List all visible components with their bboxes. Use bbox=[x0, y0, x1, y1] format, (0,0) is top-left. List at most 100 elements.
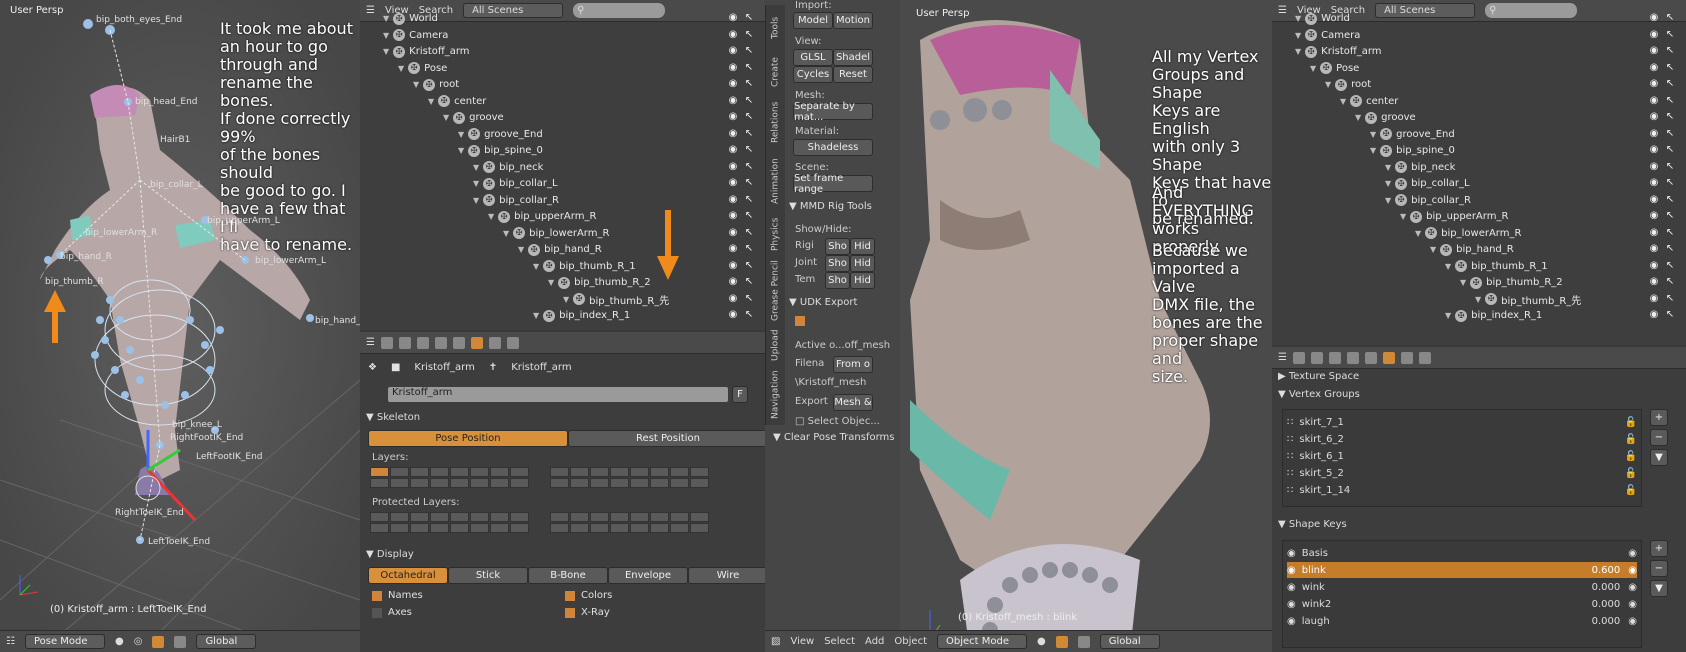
clear-pose-section[interactable]: ▼ Clear Pose Transforms bbox=[773, 432, 895, 443]
lock-icon[interactable]: 🔓 bbox=[1625, 468, 1637, 479]
left-3d-viewport[interactable]: User Persp It took me about an hour to go… bbox=[0, 0, 360, 652]
outliner-row[interactable]: ▼ ✠ Pose bbox=[1310, 60, 1359, 77]
select-icon[interactable]: ↖ bbox=[1664, 309, 1676, 321]
outliner-row[interactable]: ▼ ✠ root bbox=[1325, 76, 1371, 93]
select-icon[interactable]: ↖ bbox=[743, 260, 755, 272]
expand-icon[interactable]: ▼ bbox=[1445, 311, 1451, 320]
expand-icon[interactable]: ▼ bbox=[428, 97, 434, 106]
modifiers-tab-icon[interactable] bbox=[1364, 351, 1377, 364]
outliner-row[interactable]: ▼ ✠ root bbox=[413, 76, 459, 93]
shadeless-material-button[interactable]: Shadeless bbox=[793, 139, 873, 156]
world-tab-icon[interactable] bbox=[1328, 351, 1341, 364]
bbone-button[interactable]: B-Bone bbox=[528, 567, 608, 584]
select-icon[interactable]: ↖ bbox=[743, 78, 755, 90]
expand-icon[interactable]: ▼ bbox=[548, 278, 554, 287]
names-checkbox[interactable]: Names bbox=[372, 590, 423, 601]
outliner-row[interactable]: ▼ ✠ Camera bbox=[383, 27, 448, 44]
pivot-icon[interactable]: ◎ bbox=[134, 636, 143, 647]
set-frame-range-button[interactable]: Set frame range bbox=[793, 173, 873, 195]
expand-icon[interactable]: ▼ bbox=[398, 64, 404, 73]
select-icon[interactable]: ↖ bbox=[1664, 95, 1676, 107]
tab-physics[interactable]: Physics bbox=[765, 212, 785, 257]
select-icon[interactable]: ↖ bbox=[743, 128, 755, 140]
texture-tab-icon[interactable] bbox=[1418, 351, 1431, 364]
motion-button[interactable]: Motion bbox=[833, 12, 873, 29]
select-icon[interactable]: ↖ bbox=[1664, 293, 1676, 305]
select-icon[interactable]: ↖ bbox=[743, 309, 755, 321]
mmd-rig-tools-section[interactable]: ▼ MMD Rig Tools bbox=[789, 201, 872, 212]
expand-icon[interactable]: ▼ bbox=[533, 311, 539, 320]
outliner-row[interactable]: ▼ ✠ bip_index_R_1 bbox=[533, 307, 630, 324]
outliner-row[interactable]: ▼ ✠ bip_lowerArm_R bbox=[1415, 225, 1521, 242]
expand-icon[interactable]: ▼ bbox=[1295, 14, 1301, 23]
eye-icon[interactable]: ◉ bbox=[1648, 128, 1660, 140]
outliner-row[interactable]: ▼ ✠ bip_neck bbox=[473, 159, 543, 176]
expand-icon[interactable]: ▼ bbox=[503, 229, 509, 238]
joint-show-button[interactable]: Sho bbox=[825, 255, 850, 272]
outliner-row[interactable]: ▼ ✠ World bbox=[1295, 10, 1350, 27]
expand-icon[interactable]: ▼ bbox=[458, 130, 464, 139]
expand-icon[interactable]: ▼ bbox=[443, 113, 449, 122]
select-icon[interactable]: ↖ bbox=[743, 111, 755, 123]
outliner-row[interactable]: ▼ ✠ bip_upperArm_R bbox=[488, 208, 596, 225]
object-tab-icon[interactable] bbox=[434, 336, 447, 349]
expand-icon[interactable]: ▼ bbox=[1295, 31, 1301, 40]
pose-position-button[interactable]: Pose Position bbox=[368, 430, 568, 447]
outliner-row[interactable]: ▼ ✠ groove_End bbox=[1370, 126, 1455, 143]
manipulator-icon[interactable] bbox=[1055, 635, 1068, 648]
select-icon[interactable]: ↖ bbox=[1664, 45, 1676, 57]
select-icon[interactable]: ↖ bbox=[1664, 78, 1676, 90]
select-icon[interactable]: ↖ bbox=[743, 29, 755, 41]
eye-icon[interactable]: ◉ bbox=[1648, 309, 1660, 321]
select-icon[interactable]: ↖ bbox=[743, 144, 755, 156]
menu-select[interactable]: Select bbox=[824, 636, 855, 647]
expand-icon[interactable]: ▼ bbox=[1370, 130, 1376, 139]
outliner-row[interactable]: ▼ ✠ bip_thumb_R_先 bbox=[1475, 291, 1581, 308]
select-icon[interactable]: ↖ bbox=[1664, 111, 1676, 123]
menu-add[interactable]: Add bbox=[865, 636, 884, 647]
udk-export-section[interactable]: ▼ UDK Export bbox=[789, 297, 857, 308]
eye-icon[interactable]: ◉ bbox=[727, 62, 739, 74]
tab-navigation[interactable]: Navigation bbox=[765, 365, 785, 425]
scene-tab-icon[interactable] bbox=[1310, 351, 1323, 364]
shading-icon[interactable]: ● bbox=[115, 636, 124, 647]
list-item[interactable]: ◉ Basis ◉ bbox=[1287, 545, 1637, 561]
manipulator-icon[interactable] bbox=[152, 635, 165, 648]
eye-icon[interactable]: ◉ bbox=[1628, 616, 1637, 627]
outliner-row[interactable]: ▼ ✠ bip_lowerArm_R bbox=[503, 225, 609, 242]
translate-icon[interactable] bbox=[1077, 635, 1090, 648]
list-item[interactable]: ∷ skirt_6_1 🔓 bbox=[1287, 448, 1637, 464]
expand-icon[interactable]: ▼ bbox=[473, 196, 479, 205]
eye-icon[interactable]: ◉ bbox=[1648, 276, 1660, 288]
tab-tools[interactable]: Tools bbox=[765, 5, 785, 50]
rigid-show-button[interactable]: Sho bbox=[825, 238, 850, 255]
menu-view[interactable]: View bbox=[790, 636, 814, 647]
eye-icon[interactable]: ◉ bbox=[1648, 293, 1660, 305]
fake-user-button[interactable]: F bbox=[732, 386, 748, 403]
separate-by-material-button[interactable]: Separate by mat... bbox=[793, 101, 873, 123]
outliner-row[interactable]: ▼ ✠ bip_spine_0 bbox=[1370, 142, 1455, 159]
eye-icon[interactable]: ◉ bbox=[1648, 161, 1660, 173]
cycles-button[interactable]: Cycles bbox=[793, 66, 833, 83]
select-icon[interactable]: ↖ bbox=[1664, 62, 1676, 74]
expand-icon[interactable]: ▼ bbox=[473, 179, 479, 188]
list-item[interactable]: ◉ laugh 0.000 ◉ bbox=[1287, 613, 1637, 629]
eye-icon[interactable]: ◉ bbox=[1648, 29, 1660, 41]
eye-icon[interactable]: ◉ bbox=[727, 194, 739, 206]
remove-vertex-group-button[interactable]: − bbox=[1650, 429, 1668, 446]
select-icon[interactable]: ↖ bbox=[1664, 12, 1676, 24]
eye-icon[interactable]: ◉ bbox=[727, 227, 739, 239]
mode-select[interactable]: Object Mode bbox=[937, 634, 1027, 649]
expand-icon[interactable]: ▼ bbox=[1370, 146, 1376, 155]
select-icon[interactable]: ↖ bbox=[743, 227, 755, 239]
list-item[interactable]: ◉ wink 0.000 ◉ bbox=[1287, 579, 1637, 595]
select-icon[interactable]: ↖ bbox=[1664, 243, 1676, 255]
udk-checkbox[interactable] bbox=[795, 316, 805, 326]
bone-tab-icon[interactable] bbox=[488, 336, 501, 349]
protected-layers-grid[interactable] bbox=[370, 512, 529, 533]
outliner-row[interactable]: ▼ ✠ bip_collar_L bbox=[1385, 175, 1470, 192]
shape-keys-list[interactable]: ◉ Basis ◉ ◉ blink 0.600 ◉ ◉ wink 0.000 ◉ ◉ wink2 0… bbox=[1282, 540, 1642, 648]
outliner-row[interactable]: ▼ ✠ World bbox=[383, 10, 438, 27]
eye-icon[interactable]: ◉ bbox=[1648, 111, 1660, 123]
eye-icon[interactable]: ◉ bbox=[727, 128, 739, 140]
